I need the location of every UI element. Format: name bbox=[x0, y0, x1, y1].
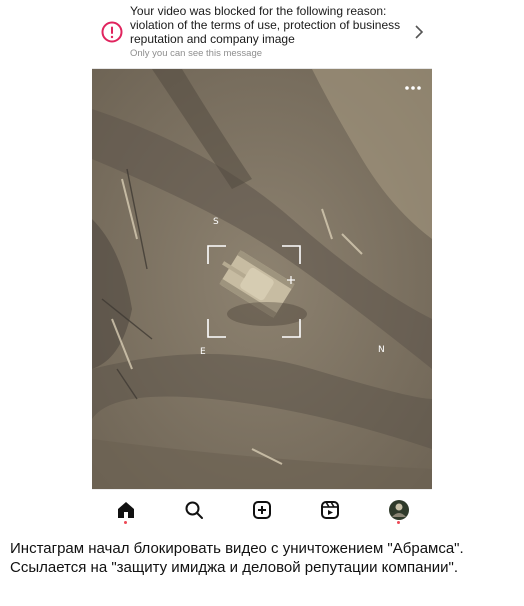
svg-text:E: E bbox=[200, 347, 206, 357]
svg-text:S: S bbox=[213, 217, 219, 227]
reels-icon bbox=[321, 501, 339, 519]
phone-screen: Your video was blocked for the following… bbox=[92, 0, 432, 531]
home-icon bbox=[118, 502, 134, 518]
chevron-right-icon[interactable] bbox=[414, 24, 424, 40]
tab-home[interactable] bbox=[113, 497, 139, 523]
blocked-video-notice[interactable]: Your video was blocked for the following… bbox=[92, 0, 432, 69]
profile-notification-dot bbox=[397, 521, 400, 524]
svg-text:N: N bbox=[378, 345, 385, 355]
tab-search[interactable] bbox=[181, 497, 207, 523]
more-dots-icon[interactable] bbox=[404, 85, 422, 91]
alert-circle-icon bbox=[101, 21, 123, 43]
notice-subtext: Only you can see this message bbox=[130, 48, 263, 59]
search-icon bbox=[185, 501, 203, 519]
avatar-icon bbox=[389, 500, 409, 520]
plus-square-icon bbox=[253, 501, 271, 519]
post-caption: Инстаграм начал блокировать видео с унич… bbox=[10, 540, 464, 576]
notice-message: Your video was blocked for the following… bbox=[130, 4, 401, 46]
drone-footage: S E N bbox=[92, 69, 432, 489]
tab-create[interactable] bbox=[249, 497, 275, 523]
active-tab-dot bbox=[124, 521, 127, 524]
bottom-tab-bar bbox=[92, 489, 432, 531]
video-frame[interactable]: S E N bbox=[92, 69, 432, 489]
tab-reels[interactable] bbox=[317, 497, 343, 523]
tab-profile[interactable] bbox=[386, 497, 412, 523]
